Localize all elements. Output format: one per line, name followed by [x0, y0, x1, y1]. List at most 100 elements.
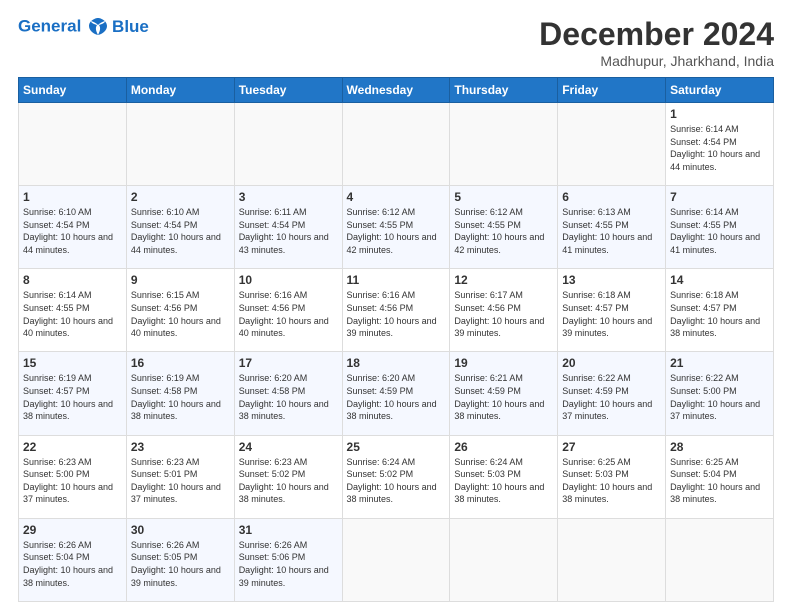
day-info: Sunrise: 6:22 AM Sunset: 5:00 PM Dayligh… [670, 372, 769, 422]
daylight-label: Daylight: 10 hours and 38 minutes. [347, 399, 437, 422]
day-info: Sunrise: 6:24 AM Sunset: 5:02 PM Dayligh… [347, 456, 446, 506]
daylight-label: Daylight: 10 hours and 39 minutes. [347, 316, 437, 339]
sunset-label: Sunset: 4:57 PM [23, 386, 90, 396]
daylight-label: Daylight: 10 hours and 42 minutes. [454, 232, 544, 255]
sunset-label: Sunset: 5:03 PM [562, 469, 629, 479]
calendar-week-4: 15 Sunrise: 6:19 AM Sunset: 4:57 PM Dayl… [19, 352, 774, 435]
daylight-label: Daylight: 10 hours and 38 minutes. [23, 565, 113, 588]
sunrise-label: Sunrise: 6:16 AM [239, 290, 308, 300]
daylight-label: Daylight: 10 hours and 41 minutes. [670, 232, 760, 255]
sunset-label: Sunset: 4:56 PM [454, 303, 521, 313]
calendar-cell [234, 103, 342, 186]
day-number: 29 [23, 523, 122, 537]
daylight-label: Daylight: 10 hours and 37 minutes. [131, 482, 221, 505]
sunrise-label: Sunrise: 6:16 AM [347, 290, 416, 300]
sunrise-label: Sunrise: 6:23 AM [131, 457, 200, 467]
calendar-cell: 16 Sunrise: 6:19 AM Sunset: 4:58 PM Dayl… [126, 352, 234, 435]
calendar-header-saturday: Saturday [666, 78, 774, 103]
day-number: 11 [347, 273, 446, 287]
day-number: 25 [347, 440, 446, 454]
daylight-label: Daylight: 10 hours and 38 minutes. [670, 482, 760, 505]
calendar-cell [450, 518, 558, 601]
title-block: December 2024 Madhupur, Jharkhand, India [539, 16, 774, 69]
calendar-cell: 20 Sunrise: 6:22 AM Sunset: 4:59 PM Dayl… [558, 352, 666, 435]
sunset-label: Sunset: 4:54 PM [670, 137, 737, 147]
day-info: Sunrise: 6:19 AM Sunset: 4:58 PM Dayligh… [131, 372, 230, 422]
day-info: Sunrise: 6:14 AM Sunset: 4:54 PM Dayligh… [670, 123, 769, 173]
day-number: 26 [454, 440, 553, 454]
calendar-cell: 6 Sunrise: 6:13 AM Sunset: 4:55 PM Dayli… [558, 186, 666, 269]
calendar-cell [126, 103, 234, 186]
calendar-cell: 7 Sunrise: 6:14 AM Sunset: 4:55 PM Dayli… [666, 186, 774, 269]
day-number: 17 [239, 356, 338, 370]
day-info: Sunrise: 6:17 AM Sunset: 4:56 PM Dayligh… [454, 289, 553, 339]
daylight-label: Daylight: 10 hours and 43 minutes. [239, 232, 329, 255]
sunset-label: Sunset: 4:56 PM [347, 303, 414, 313]
day-number: 2 [131, 190, 230, 204]
calendar-week-5: 22 Sunrise: 6:23 AM Sunset: 5:00 PM Dayl… [19, 435, 774, 518]
calendar-cell: 23 Sunrise: 6:23 AM Sunset: 5:01 PM Dayl… [126, 435, 234, 518]
day-info: Sunrise: 6:22 AM Sunset: 4:59 PM Dayligh… [562, 372, 661, 422]
sunrise-label: Sunrise: 6:24 AM [347, 457, 416, 467]
day-info: Sunrise: 6:25 AM Sunset: 5:03 PM Dayligh… [562, 456, 661, 506]
sunset-label: Sunset: 5:05 PM [131, 552, 198, 562]
logo-blue: Blue [112, 17, 149, 37]
calendar-header-wednesday: Wednesday [342, 78, 450, 103]
calendar-cell: 5 Sunrise: 6:12 AM Sunset: 4:55 PM Dayli… [450, 186, 558, 269]
day-number: 7 [670, 190, 769, 204]
daylight-label: Daylight: 10 hours and 40 minutes. [23, 316, 113, 339]
day-number: 15 [23, 356, 122, 370]
sunrise-label: Sunrise: 6:19 AM [131, 373, 200, 383]
day-number: 16 [131, 356, 230, 370]
day-info: Sunrise: 6:23 AM Sunset: 5:02 PM Dayligh… [239, 456, 338, 506]
day-info: Sunrise: 6:15 AM Sunset: 4:56 PM Dayligh… [131, 289, 230, 339]
sunrise-label: Sunrise: 6:23 AM [239, 457, 308, 467]
calendar-cell [342, 103, 450, 186]
sunset-label: Sunset: 4:57 PM [670, 303, 737, 313]
daylight-label: Daylight: 10 hours and 42 minutes. [347, 232, 437, 255]
logo: General Blue [18, 16, 149, 38]
daylight-label: Daylight: 10 hours and 38 minutes. [239, 482, 329, 505]
calendar-cell [19, 103, 127, 186]
sunset-label: Sunset: 4:54 PM [23, 220, 90, 230]
day-number: 19 [454, 356, 553, 370]
sunset-label: Sunset: 4:58 PM [239, 386, 306, 396]
day-number: 1 [23, 190, 122, 204]
calendar-header-friday: Friday [558, 78, 666, 103]
sunrise-label: Sunrise: 6:26 AM [131, 540, 200, 550]
sunset-label: Sunset: 4:59 PM [347, 386, 414, 396]
daylight-label: Daylight: 10 hours and 38 minutes. [23, 399, 113, 422]
calendar-cell: 1 Sunrise: 6:14 AM Sunset: 4:54 PM Dayli… [666, 103, 774, 186]
day-number: 31 [239, 523, 338, 537]
sunrise-label: Sunrise: 6:24 AM [454, 457, 523, 467]
sunset-label: Sunset: 4:55 PM [454, 220, 521, 230]
calendar-cell: 19 Sunrise: 6:21 AM Sunset: 4:59 PM Dayl… [450, 352, 558, 435]
calendar-cell: 21 Sunrise: 6:22 AM Sunset: 5:00 PM Dayl… [666, 352, 774, 435]
sunset-label: Sunset: 4:54 PM [239, 220, 306, 230]
day-info: Sunrise: 6:23 AM Sunset: 5:00 PM Dayligh… [23, 456, 122, 506]
sunset-label: Sunset: 4:56 PM [239, 303, 306, 313]
day-info: Sunrise: 6:10 AM Sunset: 4:54 PM Dayligh… [131, 206, 230, 256]
daylight-label: Daylight: 10 hours and 44 minutes. [131, 232, 221, 255]
calendar-cell: 29 Sunrise: 6:26 AM Sunset: 5:04 PM Dayl… [19, 518, 127, 601]
sunrise-label: Sunrise: 6:11 AM [239, 207, 307, 217]
daylight-label: Daylight: 10 hours and 38 minutes. [562, 482, 652, 505]
day-info: Sunrise: 6:16 AM Sunset: 4:56 PM Dayligh… [347, 289, 446, 339]
day-info: Sunrise: 6:26 AM Sunset: 5:04 PM Dayligh… [23, 539, 122, 589]
sunrise-label: Sunrise: 6:18 AM [670, 290, 739, 300]
day-info: Sunrise: 6:13 AM Sunset: 4:55 PM Dayligh… [562, 206, 661, 256]
day-number: 23 [131, 440, 230, 454]
calendar-cell: 28 Sunrise: 6:25 AM Sunset: 5:04 PM Dayl… [666, 435, 774, 518]
daylight-label: Daylight: 10 hours and 38 minutes. [454, 399, 544, 422]
calendar-table: SundayMondayTuesdayWednesdayThursdayFrid… [18, 77, 774, 602]
day-info: Sunrise: 6:26 AM Sunset: 5:06 PM Dayligh… [239, 539, 338, 589]
sunset-label: Sunset: 5:02 PM [239, 469, 306, 479]
day-number: 28 [670, 440, 769, 454]
day-info: Sunrise: 6:11 AM Sunset: 4:54 PM Dayligh… [239, 206, 338, 256]
sunset-label: Sunset: 5:03 PM [454, 469, 521, 479]
subtitle: Madhupur, Jharkhand, India [539, 53, 774, 69]
page: General Blue December 2024 Madhupur, Jha… [0, 0, 792, 612]
daylight-label: Daylight: 10 hours and 39 minutes. [454, 316, 544, 339]
daylight-label: Daylight: 10 hours and 39 minutes. [131, 565, 221, 588]
calendar-header-thursday: Thursday [450, 78, 558, 103]
